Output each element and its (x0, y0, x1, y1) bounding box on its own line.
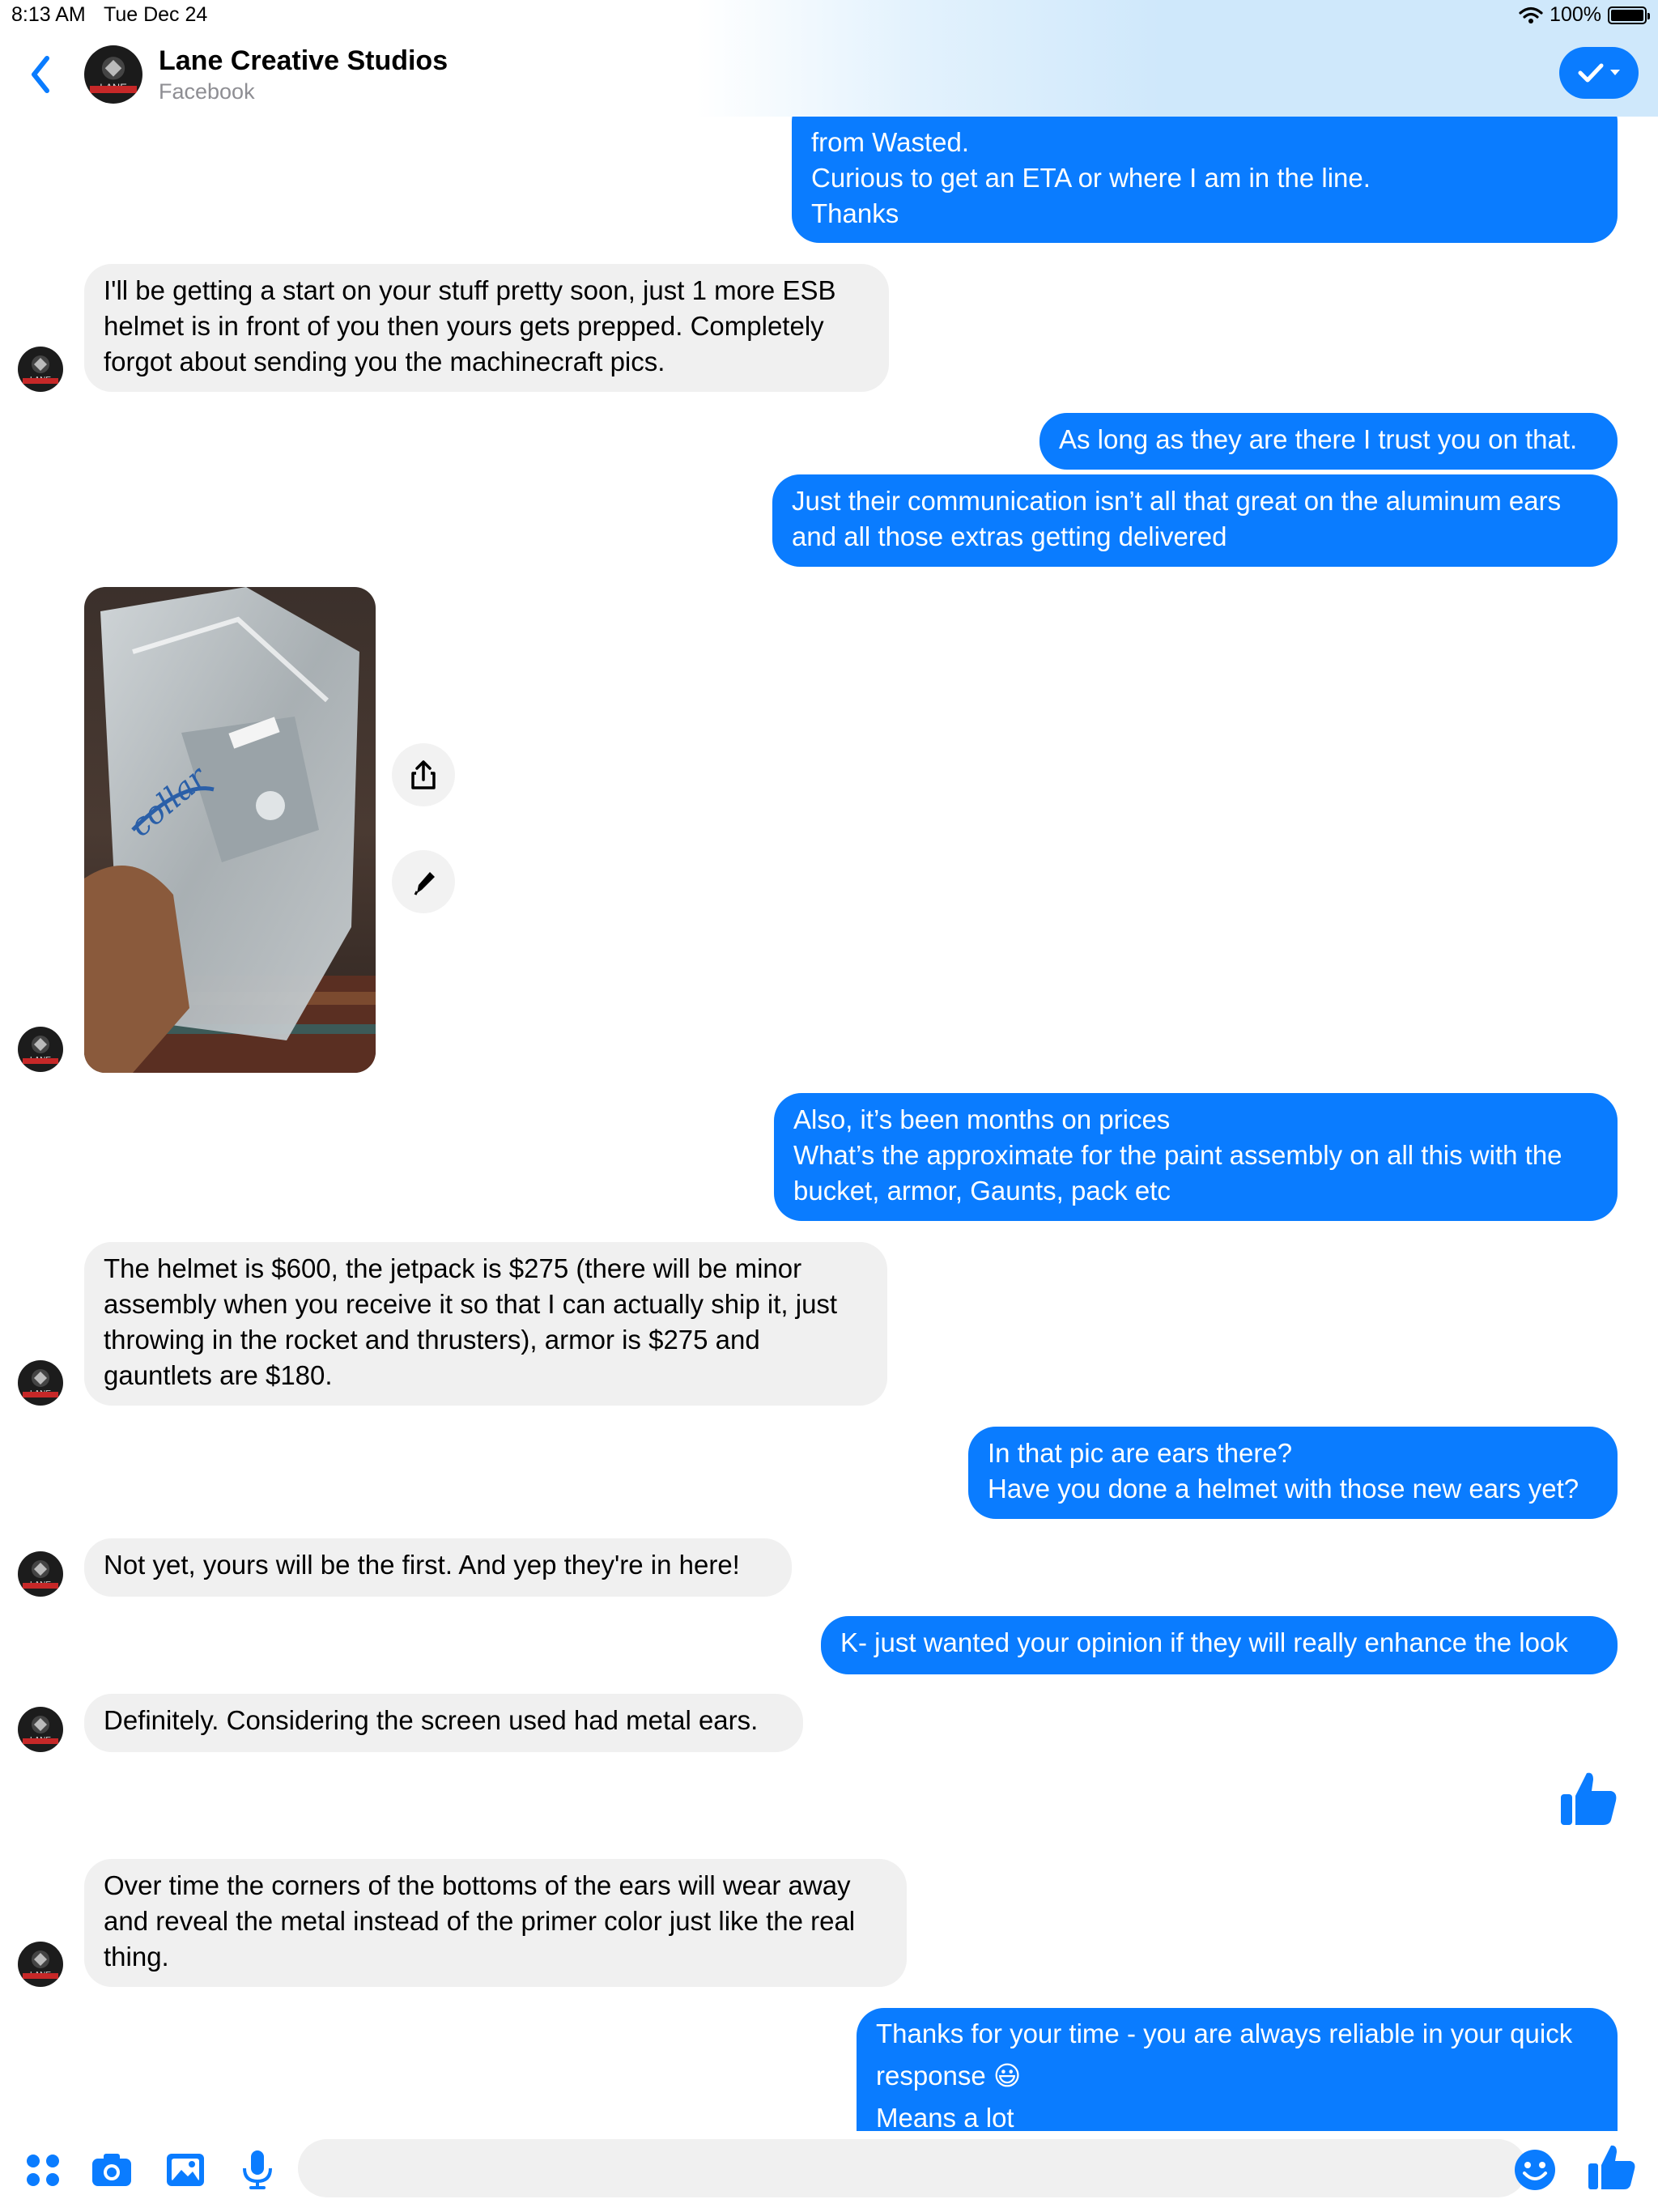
contact-avatar[interactable]: LANE (18, 1027, 63, 1072)
lane-logo-icon: LANE (30, 355, 51, 385)
message-bubble-incoming[interactable]: Not yet, yours will be the first. And ye… (84, 1538, 792, 1597)
lane-logo-icon: LANE (30, 1369, 51, 1398)
status-time: 8:13 AM (11, 3, 86, 26)
battery-percent: 100% (1550, 3, 1601, 26)
lane-logo-icon: LANE (30, 1560, 51, 1589)
conversation-subtitle: Facebook (159, 79, 255, 104)
header-action-button[interactable] (1559, 47, 1639, 99)
edit-button[interactable] (392, 850, 455, 913)
lane-logo-icon: LANE (30, 1950, 51, 1980)
contact-avatar[interactable]: LANE (18, 1942, 63, 1987)
header-avatar[interactable]: LANE (84, 45, 142, 104)
battery-icon (1608, 6, 1650, 24)
thumbs-up-icon[interactable] (1587, 2142, 1637, 2193)
microphone-icon[interactable] (236, 2149, 278, 2191)
apps-grid-icon[interactable] (23, 2149, 65, 2191)
conversation-thread[interactable]: from Wasted. Curious to get an ETA or wh… (0, 0, 1658, 2131)
conversation-title[interactable]: Lane Creative Studios (159, 45, 448, 77)
message-bubble-incoming[interactable]: Definitely. Considering the screen used … (84, 1694, 803, 1752)
message-bubble-outgoing[interactable]: K- just wanted your opinion if they will… (821, 1616, 1618, 1674)
message-bubble-incoming[interactable]: Over time the corners of the bottoms of … (84, 1859, 907, 1987)
contact-avatar[interactable]: LANE (18, 347, 63, 392)
message-bubble-outgoing[interactable]: In that pic are ears there? Have you don… (968, 1427, 1618, 1519)
status-indicators: 100% (1519, 3, 1650, 27)
pencil-icon (414, 872, 435, 895)
message-bubble-outgoing[interactable]: Thanks for your time - you are always re… (857, 2008, 1618, 2131)
lane-logo-icon: LANE (100, 57, 127, 94)
top-bar: 8:13 AM Tue Dec 24 100% LANE Lane Creati… (0, 0, 1658, 117)
photo-attachment[interactable]: collar (84, 587, 376, 1073)
message-input[interactable] (321, 2139, 1457, 2199)
message-bubble-outgoing[interactable]: Also, it’s been months on prices What’s … (774, 1093, 1618, 1221)
wifi-icon (1519, 6, 1543, 23)
message-composer[interactable] (298, 2139, 1527, 2199)
lane-logo-icon: LANE (30, 1036, 51, 1065)
chevron-left-icon[interactable] (24, 50, 57, 99)
message-bubble-outgoing[interactable]: As long as they are there I trust you on… (1039, 413, 1618, 470)
bagged-parts-photo: collar (84, 587, 376, 1073)
share-icon (411, 760, 436, 789)
message-bubble-outgoing[interactable]: Just their communication isn’t all that … (772, 474, 1618, 567)
lane-logo-icon: LANE (30, 1716, 51, 1745)
status-date: Tue Dec 24 (104, 3, 208, 26)
camera-icon[interactable] (91, 2149, 133, 2191)
checkmark-icon (1578, 63, 1604, 83)
emoji-icon[interactable] (1512, 2147, 1558, 2193)
chevron-down-icon (1610, 70, 1620, 75)
message-bubble-incoming[interactable]: The helmet is $600, the jetpack is $275 … (84, 1242, 887, 1406)
message-bubble-incoming[interactable]: I'll be getting a start on your stuff pr… (84, 264, 889, 392)
photo-icon[interactable] (165, 2149, 207, 2191)
contact-avatar[interactable]: LANE (18, 1551, 63, 1597)
thumbs-up-icon[interactable] (1558, 1768, 1619, 1830)
contact-avatar[interactable]: LANE (18, 1360, 63, 1406)
contact-avatar[interactable]: LANE (18, 1707, 63, 1752)
share-button[interactable] (392, 743, 455, 806)
